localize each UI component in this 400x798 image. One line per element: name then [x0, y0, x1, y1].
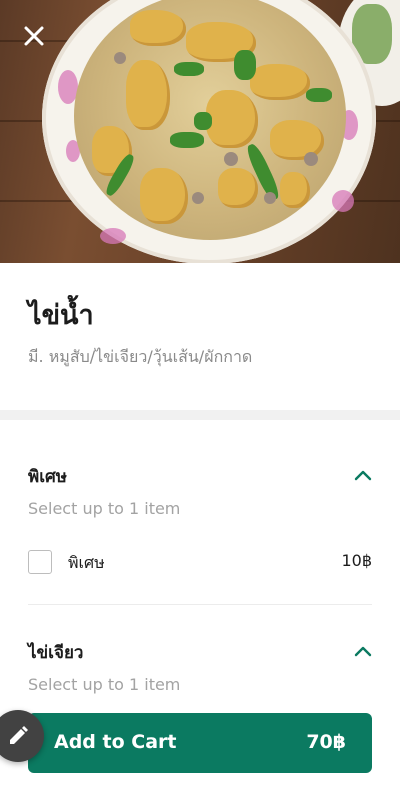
section-divider [0, 410, 400, 420]
dish-description: มี. หมูสับ/ไข่เจียว/วุ้นเส้น/ผักกาด [28, 347, 253, 366]
option-label: พิเศษ [68, 553, 105, 572]
option-group-hint: Select up to 1 item [28, 675, 181, 694]
cart-price: 70฿ [306, 731, 346, 753]
option-row[interactable]: พิเศษ 10฿ [28, 548, 372, 580]
option-group-hint: Select up to 1 item [28, 499, 181, 518]
add-to-cart-label: Add to Cart [54, 731, 177, 753]
dish-photo [0, 0, 400, 263]
close-button[interactable] [16, 18, 52, 54]
separator [28, 604, 372, 605]
option-group-title: พิเศษ [28, 467, 68, 487]
option-price: 10฿ [341, 551, 372, 570]
pencil-icon [10, 726, 28, 744]
chevron-up-icon[interactable] [352, 467, 374, 483]
option-group-title: ไข่เจียว [28, 643, 84, 663]
chevron-up-icon[interactable] [352, 643, 374, 659]
dish-title: ไข่น้ำ [28, 300, 94, 331]
soup [74, 0, 346, 240]
close-icon [24, 26, 44, 46]
add-to-cart-button[interactable]: Add to Cart 70฿ [28, 713, 372, 773]
option-checkbox[interactable] [28, 550, 52, 574]
